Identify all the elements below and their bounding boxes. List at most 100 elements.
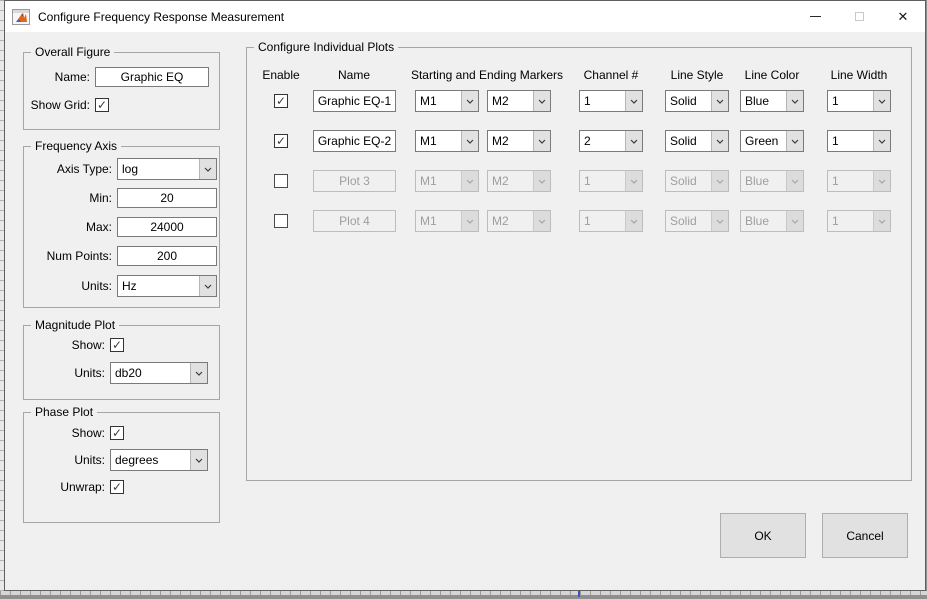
chevron-down-icon bbox=[625, 211, 642, 231]
unwrap-checkbox[interactable]: ✓ bbox=[110, 480, 124, 494]
dialog-content: Overall Figure Name: Show Grid: ✓ Freque… bbox=[5, 32, 925, 590]
marker-start-select[interactable]: M1 bbox=[415, 130, 479, 152]
plot-enable-checkbox[interactable]: ✓ bbox=[274, 94, 288, 108]
axis-type-label: Axis Type: bbox=[28, 162, 112, 176]
num-points-input[interactable] bbox=[117, 246, 217, 266]
chevron-down-icon bbox=[199, 276, 216, 296]
plot-name-input[interactable] bbox=[313, 90, 396, 112]
ruler-blue-marker bbox=[578, 591, 580, 597]
line-width-select[interactable]: 1 bbox=[827, 130, 891, 152]
check-icon: ✓ bbox=[112, 339, 122, 351]
chevron-down-icon bbox=[461, 131, 478, 151]
phase-units-label: Units: bbox=[28, 453, 105, 467]
line-width-select: 1 bbox=[827, 170, 891, 192]
background-ruler-bottom bbox=[0, 591, 927, 599]
freq-units-select[interactable]: Hz bbox=[117, 275, 217, 297]
plot-name-input bbox=[313, 210, 396, 232]
check-icon: ✓ bbox=[112, 427, 122, 439]
chevron-down-icon bbox=[786, 171, 803, 191]
check-icon: ✓ bbox=[97, 99, 107, 111]
freq-units-label: Units: bbox=[28, 279, 112, 293]
line-style-select[interactable]: Solid bbox=[665, 130, 729, 152]
min-input[interactable] bbox=[117, 188, 217, 208]
chevron-down-icon bbox=[199, 159, 216, 179]
magnitude-plot-title: Magnitude Plot bbox=[31, 318, 119, 332]
plot-row-1: ✓ M1 M2 1 Solid Blue 1 bbox=[247, 90, 911, 112]
chevron-down-icon bbox=[711, 131, 728, 151]
line-width-select: 1 bbox=[827, 210, 891, 232]
close-icon: ✕ bbox=[898, 10, 909, 23]
figure-name-input[interactable] bbox=[95, 67, 209, 87]
titlebar: Configure Frequency Response Measurement… bbox=[5, 1, 925, 32]
cancel-button[interactable]: Cancel bbox=[822, 513, 908, 558]
chevron-down-icon bbox=[625, 131, 642, 151]
marker-end-select[interactable]: M2 bbox=[487, 90, 551, 112]
ok-button[interactable]: OK bbox=[720, 513, 806, 558]
chevron-down-icon bbox=[873, 211, 890, 231]
channel-select[interactable]: 1 bbox=[579, 90, 643, 112]
mag-units-label: Units: bbox=[28, 366, 105, 380]
chevron-down-icon bbox=[711, 211, 728, 231]
chevron-down-icon bbox=[873, 171, 890, 191]
marker-end-select[interactable]: M2 bbox=[487, 130, 551, 152]
chevron-down-icon bbox=[461, 211, 478, 231]
configure-individual-plots-group: Configure Individual Plots Enable Name S… bbox=[246, 47, 912, 481]
check-icon: ✓ bbox=[112, 481, 122, 493]
phase-show-checkbox[interactable]: ✓ bbox=[110, 426, 124, 440]
window-title: Configure Frequency Response Measurement bbox=[38, 10, 284, 24]
marker-end-select: M2 bbox=[487, 170, 551, 192]
line-width-select[interactable]: 1 bbox=[827, 90, 891, 112]
frequency-axis-title: Frequency Axis bbox=[31, 139, 121, 153]
line-color-select: Blue bbox=[740, 170, 804, 192]
axis-type-select[interactable]: log bbox=[117, 158, 217, 180]
max-input[interactable] bbox=[117, 217, 217, 237]
plot-enable-checkbox[interactable] bbox=[274, 214, 288, 228]
col-header-line-width: Line Width bbox=[831, 68, 888, 82]
chevron-down-icon bbox=[873, 131, 890, 151]
minimize-button[interactable] bbox=[793, 1, 837, 32]
chevron-down-icon bbox=[533, 131, 550, 151]
plot-name-input bbox=[313, 170, 396, 192]
marker-start-select: M1 bbox=[415, 170, 479, 192]
plot-enable-checkbox[interactable] bbox=[274, 174, 288, 188]
marker-start-select: M1 bbox=[415, 210, 479, 232]
mag-units-select[interactable]: db20 bbox=[110, 362, 208, 384]
chevron-down-icon bbox=[711, 91, 728, 111]
line-style-select[interactable]: Solid bbox=[665, 90, 729, 112]
configure-individual-plots-title: Configure Individual Plots bbox=[254, 40, 398, 54]
line-style-select: Solid bbox=[665, 210, 729, 232]
name-label: Name: bbox=[28, 70, 90, 84]
mag-show-label: Show: bbox=[28, 338, 105, 352]
marker-start-select[interactable]: M1 bbox=[415, 90, 479, 112]
channel-select[interactable]: 2 bbox=[579, 130, 643, 152]
phase-units-select[interactable]: degrees bbox=[110, 449, 208, 471]
chevron-down-icon bbox=[786, 211, 803, 231]
line-color-select[interactable]: Green bbox=[740, 130, 804, 152]
close-button[interactable]: ✕ bbox=[881, 1, 925, 32]
col-header-channel: Channel # bbox=[584, 68, 639, 82]
line-color-select[interactable]: Blue bbox=[740, 90, 804, 112]
show-grid-label: Show Grid: bbox=[28, 98, 90, 112]
line-style-select: Solid bbox=[665, 170, 729, 192]
matlab-app-icon bbox=[12, 9, 30, 25]
chevron-down-icon bbox=[786, 91, 803, 111]
chevron-down-icon bbox=[461, 91, 478, 111]
frequency-axis-group: Frequency Axis Axis Type: log Min: Max: bbox=[23, 146, 220, 308]
chevron-down-icon bbox=[625, 171, 642, 191]
chevron-down-icon bbox=[533, 91, 550, 111]
maximize-button[interactable] bbox=[837, 1, 881, 32]
minimize-icon bbox=[810, 16, 821, 17]
col-header-line-color: Line Color bbox=[745, 68, 800, 82]
mag-show-checkbox[interactable]: ✓ bbox=[110, 338, 124, 352]
plot-name-input[interactable] bbox=[313, 130, 396, 152]
col-header-name: Name bbox=[338, 68, 370, 82]
overall-figure-title: Overall Figure bbox=[31, 45, 114, 59]
col-header-enable: Enable bbox=[262, 68, 299, 82]
plot-enable-checkbox[interactable]: ✓ bbox=[274, 134, 288, 148]
unwrap-label: Unwrap: bbox=[28, 480, 105, 494]
chevron-down-icon bbox=[873, 91, 890, 111]
maximize-icon bbox=[855, 12, 864, 21]
max-label: Max: bbox=[28, 220, 112, 234]
num-points-label: Num Points: bbox=[28, 249, 112, 263]
show-grid-checkbox[interactable]: ✓ bbox=[95, 98, 109, 112]
